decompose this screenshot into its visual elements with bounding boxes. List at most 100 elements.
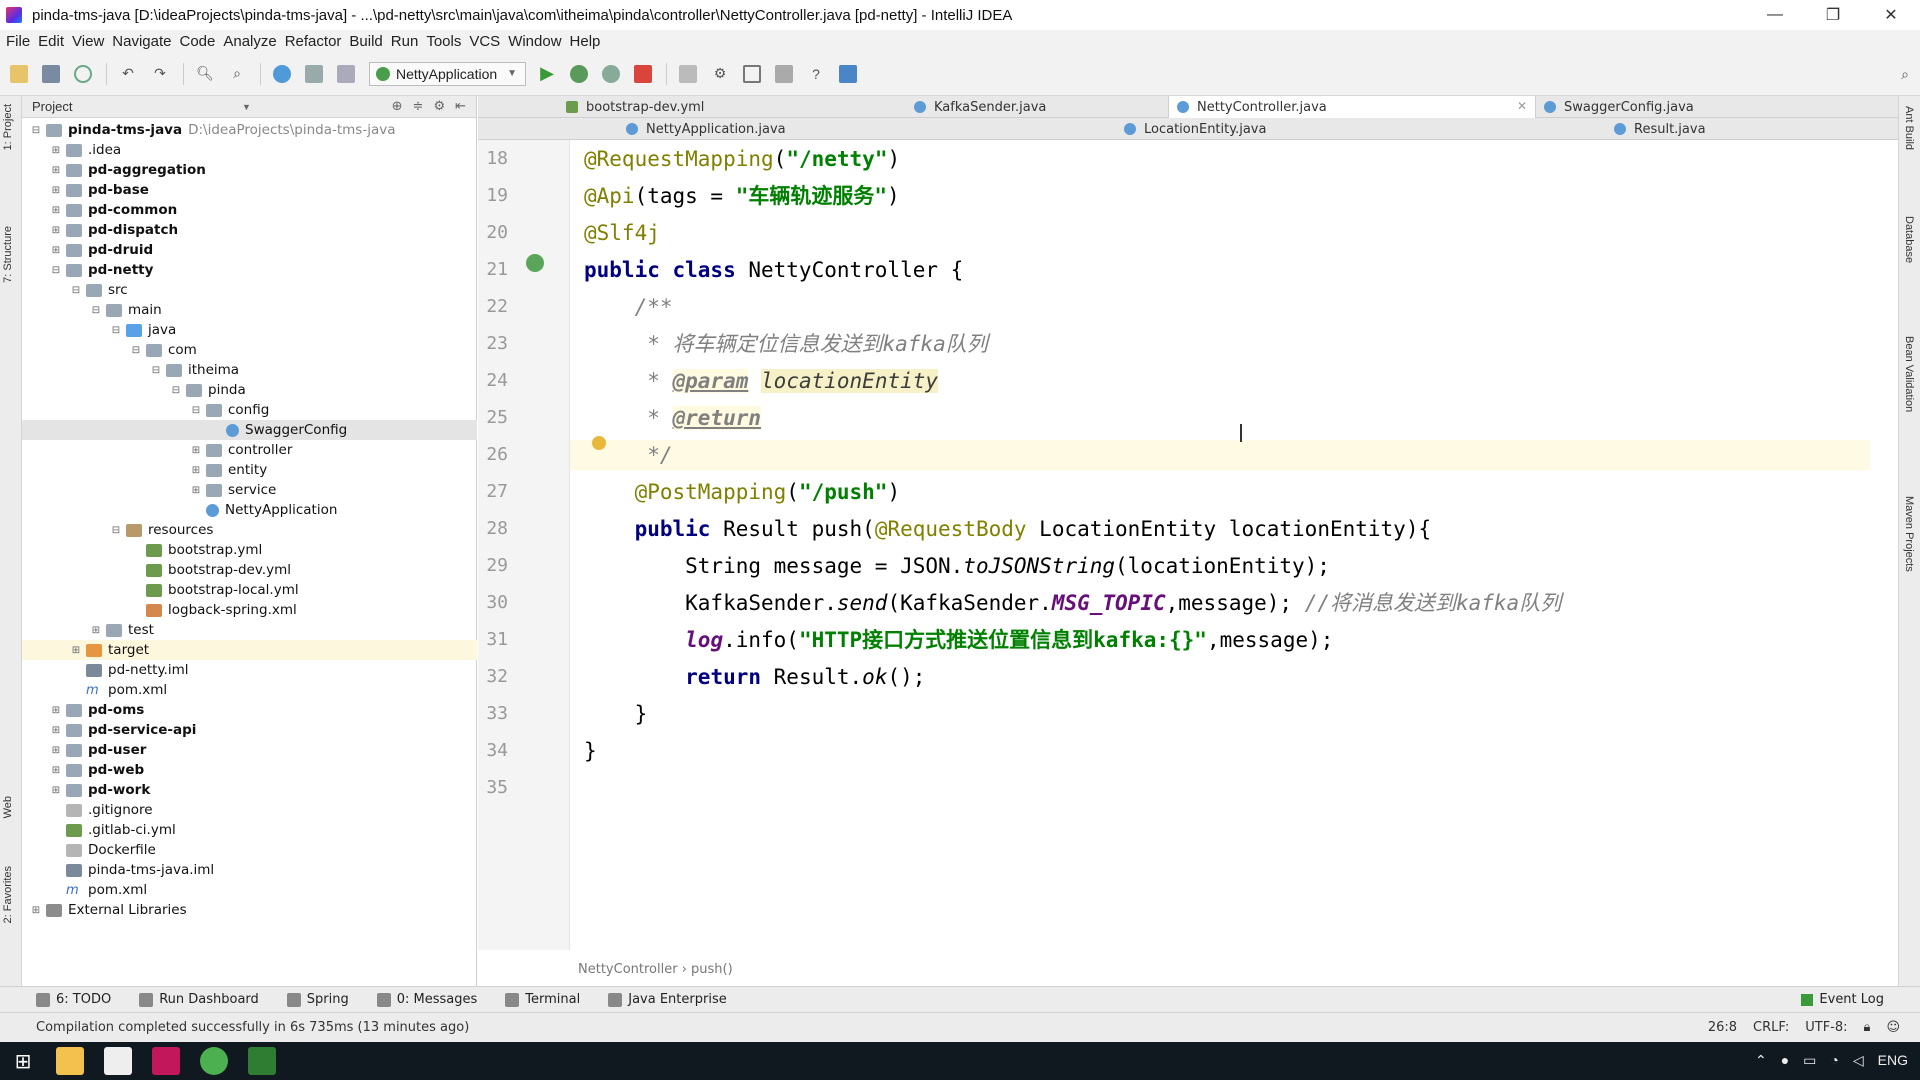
volume-icon[interactable]: ◁ <box>1853 1052 1864 1069</box>
tree-item[interactable]: ⊟ config <box>22 400 477 420</box>
editor-tab[interactable]: NettyController.java ✕ <box>1168 96 1536 118</box>
tree-item[interactable]: ⊞ pd-aggregation <box>22 160 477 180</box>
tool-tab-maven-projects[interactable]: Maven Projects <box>1903 496 1915 572</box>
tree-item[interactable]: ⊟ pinda-tms-java D:\ideaProjects\pinda-tms… <box>22 120 477 140</box>
gear-icon[interactable]: ⚙ <box>433 98 445 114</box>
battery-icon[interactable]: ▭ <box>1803 1052 1816 1069</box>
expand-icon[interactable]: ⊞ <box>50 165 62 176</box>
tree-item[interactable]: ⊟ main <box>22 300 477 320</box>
tree-item[interactable]: ⊟ itheima <box>22 360 477 380</box>
microphone-icon[interactable]: ● <box>1781 1052 1789 1069</box>
collapse-icon[interactable]: ⊟ <box>110 525 122 536</box>
file-explorer-icon[interactable] <box>56 1047 84 1075</box>
minimize-button[interactable]: — <box>1746 0 1804 30</box>
back-icon[interactable] <box>273 64 291 83</box>
bottom-tool-terminal[interactable]: Terminal <box>505 992 580 1007</box>
line-separator[interactable]: CRLF: <box>1753 1020 1789 1035</box>
editor-tab[interactable]: Result.java <box>1606 118 1866 140</box>
replace-icon[interactable]: ⌕ <box>228 65 246 83</box>
code-line[interactable]: @RequestMapping("/netty") <box>584 144 900 174</box>
tree-item[interactable]: ⊞ pd-common <box>22 200 477 220</box>
close-tab-icon[interactable]: ✕ <box>1517 99 1527 113</box>
tree-item[interactable]: ⊞ pd-dispatch <box>22 220 477 240</box>
expand-icon[interactable]: ⊞ <box>50 245 62 256</box>
project-view-select[interactable]: Project <box>32 99 72 114</box>
notepad-icon[interactable] <box>104 1047 132 1075</box>
expand-icon[interactable]: ⊞ <box>50 725 62 736</box>
stop-icon[interactable] <box>634 64 653 83</box>
tree-item[interactable]: SwaggerConfig <box>22 420 477 440</box>
spreadsheet-icon[interactable] <box>248 1047 276 1075</box>
run-configuration-select[interactable]: NettyApplication ▼ <box>369 61 527 86</box>
code-line[interactable]: String message = JSON.toJSONString(locat… <box>584 551 1330 581</box>
code-line[interactable]: KafkaSender.send(KafkaSender.MSG_TOPIC,m… <box>584 588 1561 618</box>
locate-icon[interactable]: ⊕ <box>392 98 403 114</box>
expand-icon[interactable]: ⊞ <box>50 225 62 236</box>
menu-code[interactable]: Code <box>177 33 221 50</box>
current-code-line[interactable]: */ <box>570 440 1870 470</box>
code-line[interactable]: } <box>584 736 597 766</box>
tool-tab-structure[interactable]: 7: Structure <box>2 226 14 283</box>
editor-breadcrumb[interactable]: NettyController › push() <box>578 962 733 977</box>
menu-window[interactable]: Window <box>506 33 567 50</box>
tree-item[interactable]: NettyApplication <box>22 500 477 520</box>
tree-item[interactable]: bootstrap-local.yml <box>22 580 477 600</box>
settings-icon[interactable]: ⚙ <box>711 65 729 83</box>
tree-item[interactable]: logback-spring.xml <box>22 600 477 620</box>
search-icon[interactable]: ⌕ <box>1896 65 1914 83</box>
tree-item[interactable]: pinda-tms-java.iml <box>22 860 477 880</box>
menu-analyze[interactable]: Analyze <box>221 33 282 50</box>
tree-item[interactable]: ⊞ test <box>22 620 477 640</box>
expand-icon[interactable]: ⊞ <box>50 185 62 196</box>
tree-item[interactable]: ⊞ pd-base <box>22 180 477 200</box>
chevron-down-icon[interactable]: ▼ <box>242 102 251 112</box>
expand-icon[interactable]: ⊞ <box>70 645 82 656</box>
tool-tab-favorites[interactable]: 2: Favorites <box>2 866 14 923</box>
debug-icon[interactable] <box>570 64 589 83</box>
undo-icon[interactable]: ↶ <box>119 65 137 83</box>
tree-item[interactable]: ⊞ pd-oms <box>22 700 477 720</box>
tray-expand-icon[interactable]: ⌃ <box>1755 1052 1767 1069</box>
menu-tools[interactable]: Tools <box>424 33 467 50</box>
tree-item[interactable]: ⊞ pd-user <box>22 740 477 760</box>
build-module-icon[interactable] <box>337 64 355 83</box>
tree-item[interactable]: ⊞ External Libraries <box>22 900 477 920</box>
editor-gutter[interactable]: 18 19 20 21 22 23 24 25 26 27 28 29 30 31 32 33 34 35 <box>478 140 570 950</box>
lock-icon[interactable]: 🔒︎ <box>1864 1020 1871 1035</box>
editor-tab[interactable]: LocationEntity.java <box>1116 118 1456 140</box>
tool-tab-ant-build[interactable]: Ant Build <box>1903 106 1915 150</box>
tree-item[interactable]: ⊟ pd-netty <box>22 260 477 280</box>
menu-view[interactable]: View <box>70 33 110 50</box>
structure-icon[interactable] <box>743 64 762 83</box>
tree-item[interactable]: ⊞ pd-service-api <box>22 720 477 740</box>
code-line[interactable]: return Result.ok(); <box>584 662 925 692</box>
expand-icon[interactable]: ⊞ <box>30 905 42 916</box>
collapse-icon[interactable]: ⊟ <box>150 365 162 376</box>
save-icon[interactable] <box>42 64 60 83</box>
bottom-tool-spring[interactable]: Spring <box>286 992 349 1007</box>
tree-item[interactable]: ⊟ com <box>22 340 477 360</box>
find-icon[interactable]: 🔍︎ <box>196 65 214 83</box>
coverage-icon[interactable] <box>602 64 621 83</box>
collapse-all-icon[interactable]: ≑ <box>413 98 424 114</box>
expand-icon[interactable]: ⊞ <box>90 625 102 636</box>
tree-item[interactable]: ⊞ .idea <box>22 140 477 160</box>
tree-item[interactable]: ⊟ src <box>22 280 477 300</box>
restore-button[interactable]: ❐ <box>1804 0 1862 30</box>
vcs-icon[interactable] <box>839 64 858 83</box>
event-log-button[interactable]: Event Log <box>1801 992 1884 1007</box>
tree-item[interactable]: m pom.xml <box>22 680 477 700</box>
tree-item[interactable]: ⊞ pd-web <box>22 760 477 780</box>
intellij-taskbar-icon[interactable] <box>152 1047 180 1075</box>
tree-item[interactable]: ⊞ target <box>22 640 477 660</box>
wifi-icon[interactable]: ◔ <box>1830 1052 1838 1069</box>
expand-icon[interactable]: ⊞ <box>190 445 202 456</box>
caret-position[interactable]: 26:8 <box>1708 1020 1737 1035</box>
code-line[interactable]: * 将车辆定位信息发送到kafka队列 <box>584 329 988 359</box>
forward-icon[interactable] <box>305 64 323 83</box>
tool-tab-bean-validation[interactable]: Bean Validation <box>1903 336 1915 412</box>
file-encoding[interactable]: UTF-8: <box>1805 1020 1847 1035</box>
tree-item[interactable]: .gitignore <box>22 800 477 820</box>
code-line[interactable]: public Result push(@RequestBody Location… <box>584 514 1432 544</box>
expand-icon[interactable]: ⊞ <box>190 465 202 476</box>
